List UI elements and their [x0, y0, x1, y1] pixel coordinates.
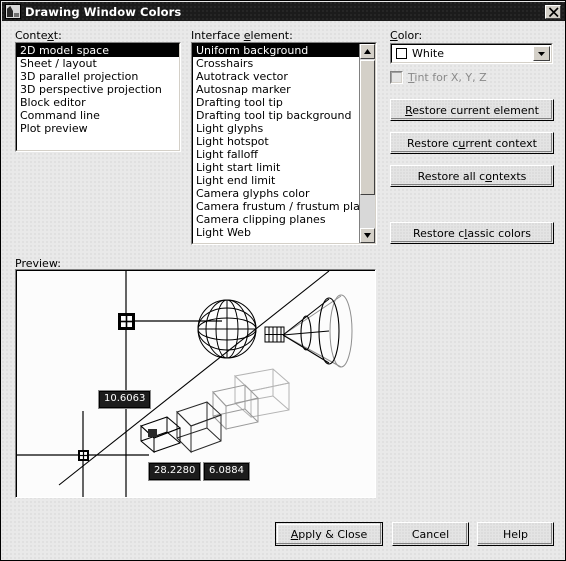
- interface-element-label: Interface element:: [191, 29, 293, 42]
- context-list-item[interactable]: 3D parallel projection: [17, 70, 179, 83]
- interface-element-list-item[interactable]: Drafting tool tip background: [193, 109, 359, 122]
- context-label: Context:: [15, 29, 62, 42]
- help-button[interactable]: Help: [477, 522, 554, 546]
- scroll-thumb[interactable]: [360, 60, 375, 195]
- interface-element-accelerator: e: [243, 29, 251, 42]
- scroll-up-icon[interactable]: [360, 44, 375, 59]
- interface-element-list-item[interactable]: Light Web: [193, 226, 359, 239]
- interface-element-list-item[interactable]: Autosnap marker: [193, 83, 359, 96]
- interface-element-list-item[interactable]: Camera clipping planes: [193, 213, 359, 226]
- interface-element-list-item[interactable]: Light hotspot: [193, 135, 359, 148]
- restore-current-context-button[interactable]: Restore current context: [390, 132, 554, 154]
- preview-canvas: 10.6063 28.2280 6.0884: [16, 270, 375, 497]
- preview-pane: 10.6063 28.2280 6.0884: [15, 269, 376, 498]
- interface-element-list-item[interactable]: Light glyphs: [193, 122, 359, 135]
- drawing-window-colors-dialog: Drawing Window Colors Context: 2D model …: [0, 0, 566, 561]
- tint-for-xyz-label: Tint for X, Y, Z: [408, 71, 487, 84]
- color-combobox-inner: White: [391, 44, 552, 63]
- interface-element-listbox-inner: Uniform background Crosshairs Autotrack ve…: [192, 43, 376, 244]
- color-combobox-value: White: [412, 47, 444, 60]
- chevron-down-icon[interactable]: [533, 46, 550, 61]
- restore-current-element-label: Restore current element: [405, 103, 539, 117]
- interface-element-list-item[interactable]: Autotrack vector: [193, 70, 359, 83]
- restore-all-contexts-button[interactable]: Restore all contexts: [390, 165, 554, 187]
- drafting-tooltip-distance: 10.6063: [99, 391, 151, 408]
- drafting-tooltip-y: 6.0884: [204, 463, 249, 480]
- interface-element-list[interactable]: Uniform background Crosshairs Autotrack ve…: [193, 44, 374, 239]
- interface-element-list-item[interactable]: Camera glyphs color: [193, 187, 359, 200]
- interface-element-list-item[interactable]: Camera frustum / frustum plane: [193, 200, 374, 213]
- interface-element-scrollbar[interactable]: [359, 44, 375, 243]
- restore-classic-colors-label: Restore classic colors: [413, 226, 531, 240]
- triangle-up-glyph: [364, 49, 371, 54]
- interface-element-list-item[interactable]: Crosshairs: [193, 57, 359, 70]
- restore-current-element-button[interactable]: Restore current element: [390, 99, 554, 121]
- interface-element-listbox[interactable]: Uniform background Crosshairs Autotrack ve…: [191, 42, 377, 245]
- drafting-tooltip-x: 28.2280: [149, 463, 201, 480]
- interface-element-list-item[interactable]: Light falloff: [193, 148, 359, 161]
- context-list-item[interactable]: Block editor: [17, 96, 179, 109]
- apply-and-close-button[interactable]: Apply & Close: [275, 522, 383, 546]
- context-listbox[interactable]: 2D model space Sheet / layout 3D parallel …: [15, 42, 181, 152]
- scroll-down-icon[interactable]: [360, 228, 375, 243]
- color-swatch: [396, 48, 407, 59]
- cancel-label: Cancel: [411, 527, 450, 541]
- context-list-item[interactable]: Sheet / layout: [17, 57, 179, 70]
- autotrack-vector: [58, 271, 330, 486]
- tint-for-xyz-checkbox[interactable]: Tint for X, Y, Z: [390, 71, 487, 84]
- restore-all-contexts-label: Restore all contexts: [417, 169, 527, 183]
- interface-element-list-item[interactable]: Light end limit: [193, 174, 359, 187]
- close-x-glyph: [548, 6, 559, 17]
- interface-element-list-item[interactable]: Drafting tool tip: [193, 96, 359, 109]
- window-title: Drawing Window Colors: [25, 4, 182, 19]
- cancel-button[interactable]: Cancel: [392, 522, 469, 546]
- color-accelerator: C: [390, 29, 398, 42]
- camera-frustum-glyph: [264, 294, 353, 368]
- color-label: Color:: [390, 29, 423, 42]
- light-web-glyph: [140, 368, 291, 454]
- interface-element-list-item[interactable]: Light start limit: [193, 161, 359, 174]
- triangle-down-glyph: [538, 51, 545, 56]
- context-list-item[interactable]: Command line: [17, 109, 179, 122]
- context-label-text: Conte: [15, 29, 48, 42]
- apply-and-close-label: Apply & Close: [290, 527, 368, 541]
- checkbox-box: [390, 71, 403, 84]
- restore-classic-colors-button[interactable]: Restore classic colors: [390, 222, 554, 244]
- context-list-item[interactable]: 3D perspective projection: [17, 83, 179, 96]
- autosnap-marker-lower: [78, 450, 89, 461]
- autosnap-marker-upper: [118, 313, 135, 330]
- autocad-window-icon: [5, 4, 21, 19]
- context-list-item[interactable]: 2D model space: [17, 44, 179, 57]
- context-listbox-inner: 2D model space Sheet / layout 3D parallel …: [16, 43, 180, 151]
- context-list-item[interactable]: Plot preview: [17, 122, 179, 135]
- help-label: Help: [502, 527, 529, 541]
- restore-current-context-label: Restore current context: [407, 136, 537, 150]
- color-combobox[interactable]: White: [390, 43, 553, 64]
- triangle-down-glyph: [364, 233, 371, 238]
- light-glyph-sphere: [197, 299, 257, 359]
- title-bar: Drawing Window Colors: [2, 2, 565, 21]
- interface-element-list-item[interactable]: Uniform background: [193, 44, 359, 57]
- context-list[interactable]: 2D model space Sheet / layout 3D parallel …: [17, 44, 179, 135]
- close-icon[interactable]: [545, 4, 561, 19]
